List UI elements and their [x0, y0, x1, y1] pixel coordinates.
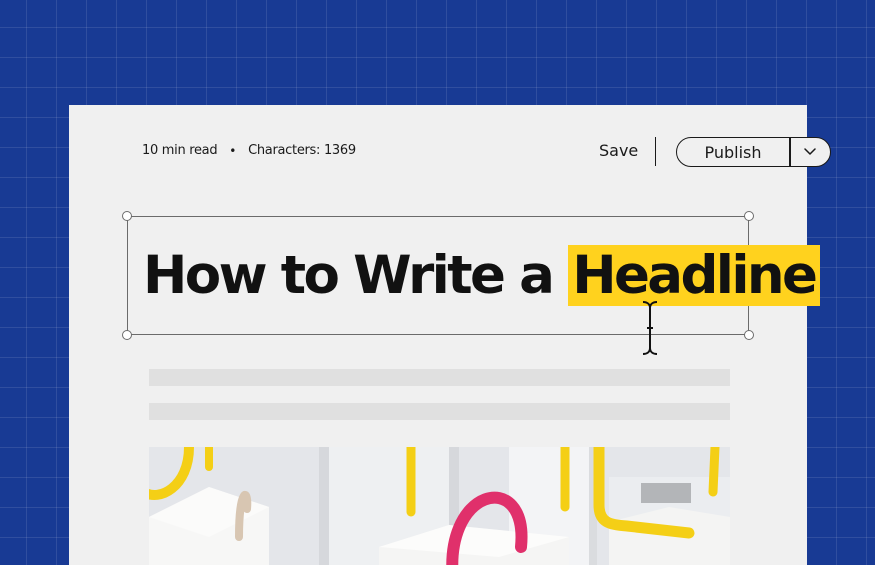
- text-placeholder-line: [149, 403, 730, 420]
- publish-dropdown-toggle[interactable]: [791, 138, 831, 166]
- resize-handle-top-left[interactable]: [122, 211, 132, 221]
- hero-image-art: [149, 447, 730, 565]
- headline-highlighted-word: Headline: [568, 245, 821, 306]
- headline-text[interactable]: How to Write a Headline: [143, 241, 821, 311]
- headline-prefix: How to Write a: [143, 245, 555, 306]
- text-cursor-icon: [642, 301, 658, 355]
- publish-split-button: Publish: [676, 137, 831, 167]
- editor-page: 10 min read • Characters: 1369 Save Publ…: [69, 105, 831, 565]
- read-time: 10 min read: [142, 143, 218, 158]
- save-button[interactable]: Save: [599, 141, 638, 160]
- text-placeholder-line: [149, 369, 730, 386]
- publish-button[interactable]: Publish: [677, 138, 789, 166]
- resize-handle-bottom-left[interactable]: [122, 330, 132, 340]
- meta-separator: •: [229, 143, 237, 158]
- character-count: Characters: 1369: [248, 143, 356, 158]
- article-meta: 10 min read • Characters: 1369: [142, 143, 356, 158]
- toolbar-divider: [655, 137, 656, 166]
- resize-handle-top-right[interactable]: [744, 211, 754, 221]
- chevron-down-icon: [804, 148, 816, 155]
- hero-image: [149, 447, 730, 565]
- resize-handle-bottom-right[interactable]: [744, 330, 754, 340]
